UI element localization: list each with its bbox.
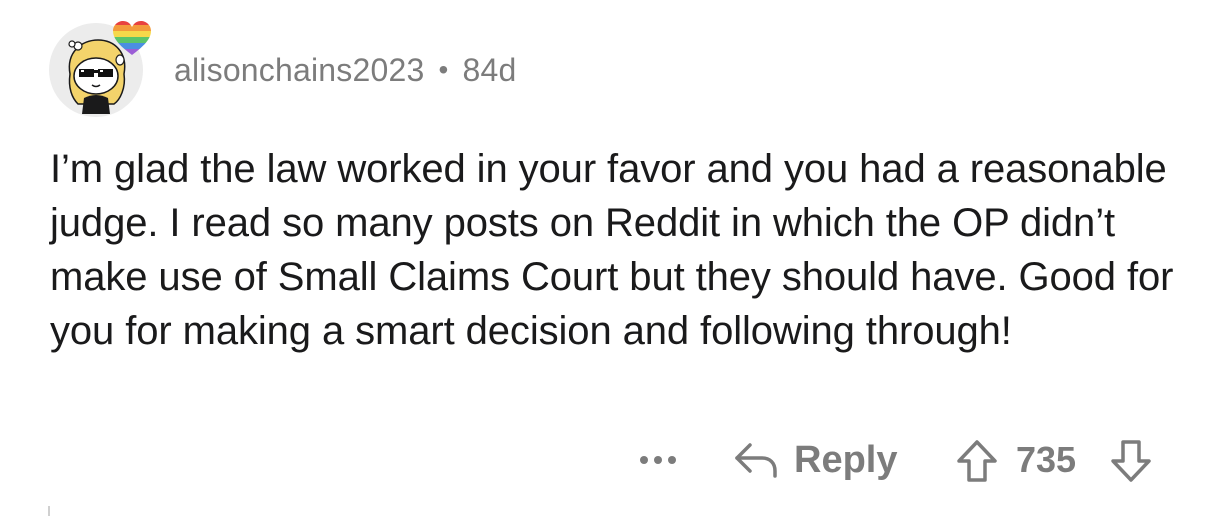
more-options-button[interactable]: [632, 442, 684, 478]
avatar[interactable]: [48, 18, 152, 122]
more-dots-icon: [640, 456, 648, 464]
comment-meta: alisonchains2023 • 84d: [174, 48, 517, 92]
reply-arrow-icon: [735, 443, 777, 478]
reply-button[interactable]: Reply: [732, 432, 897, 488]
rainbow-heart-icon: [113, 21, 151, 55]
vote-count: 735: [1016, 439, 1077, 480]
reply-label: Reply: [794, 438, 898, 481]
comment-age: 84d: [462, 51, 517, 88]
upvote-arrow-icon[interactable]: [954, 438, 1000, 484]
thread-line[interactable]: [48, 506, 50, 516]
comment-actions: Reply 735: [0, 432, 1206, 488]
comment: alisonchains2023 • 84d I’m glad the law …: [0, 0, 1206, 516]
more-dots-icon-dot: [668, 456, 676, 464]
more-dots-icon-dot: [654, 456, 662, 464]
downvote-arrow-icon[interactable]: [1108, 438, 1154, 484]
comment-body: I’m glad the law worked in your favor an…: [50, 147, 1174, 353]
meta-separator: •: [438, 54, 449, 85]
username-link[interactable]: alisonchains2023: [174, 52, 425, 89]
